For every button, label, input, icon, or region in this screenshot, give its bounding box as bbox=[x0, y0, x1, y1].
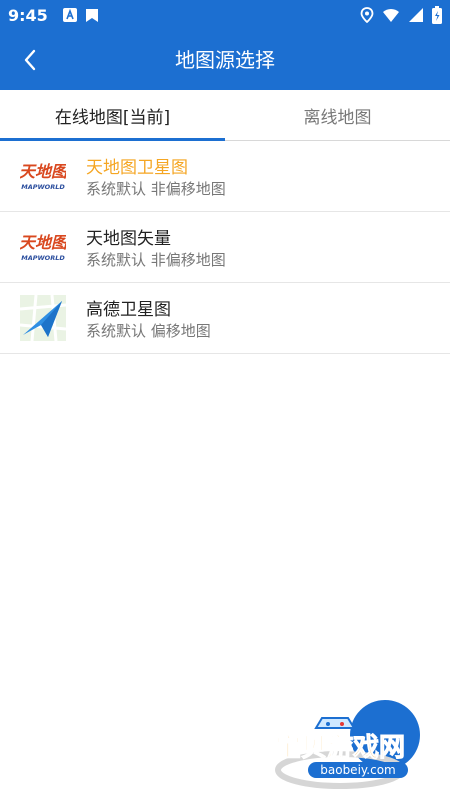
tianditu-logo-icon: 天地图 MAPWORLD bbox=[20, 162, 66, 191]
tab-offline-map-label: 离线地图 bbox=[303, 107, 372, 128]
tab-bar: 在线地图[当前] 离线地图 bbox=[0, 90, 450, 141]
svg-text:MAPWORLD: MAPWORLD bbox=[21, 254, 65, 262]
wifi-icon bbox=[383, 8, 399, 22]
list-item-subtitle: 系统默认 非偏移地图 bbox=[86, 180, 226, 198]
status-time: 9:45 bbox=[8, 5, 48, 25]
list-item-subtitle: 系统默认 非偏移地图 bbox=[86, 251, 226, 269]
tab-online-map[interactable]: 在线地图[当前] bbox=[0, 90, 225, 141]
status-left-icons bbox=[62, 7, 100, 23]
svg-text:baobeiy.com: baobeiy.com bbox=[320, 763, 395, 777]
book-icon bbox=[85, 9, 98, 22]
page-title: 地图源选择 bbox=[175, 48, 275, 72]
status-right-icons bbox=[360, 6, 442, 24]
svg-text:宝贝游戏网: 宝贝游戏网 bbox=[275, 732, 405, 763]
tab-online-map-label: 在线地图[当前] bbox=[54, 107, 171, 128]
app-bar: 地图源选择 bbox=[0, 30, 450, 90]
list-item-title: 高德卫星图 bbox=[86, 300, 171, 320]
list-item-title: 天地图矢量 bbox=[86, 229, 171, 249]
battery-icon bbox=[432, 6, 442, 24]
svg-text:天地图: 天地图 bbox=[20, 233, 66, 252]
app-icon bbox=[62, 8, 77, 22]
list-item-amap-satellite[interactable]: 高德卫星图 系统默认 偏移地图 bbox=[0, 283, 450, 354]
amap-logo-icon bbox=[20, 295, 66, 341]
svg-text:天地图: 天地图 bbox=[20, 162, 66, 181]
svg-text:MAPWORLD: MAPWORLD bbox=[21, 183, 65, 191]
signal-icon bbox=[409, 8, 423, 22]
watermark-logo: 宝贝游戏网 baobeiy.com bbox=[274, 700, 420, 789]
status-bar: 9:45 bbox=[0, 0, 450, 30]
map-source-list: 天地图 MAPWORLD 天地图卫星图 系统默认 非偏移地图 天地图 MAPWO… bbox=[0, 141, 450, 354]
list-item-title: 天地图卫星图 bbox=[86, 158, 188, 178]
list-item-tianditu-vector[interactable]: 天地图 MAPWORLD 天地图矢量 系统默认 非偏移地图 bbox=[0, 212, 450, 283]
list-item-tianditu-satellite[interactable]: 天地图 MAPWORLD 天地图卫星图 系统默认 非偏移地图 bbox=[0, 141, 450, 212]
list-item-subtitle: 系统默认 偏移地图 bbox=[86, 322, 211, 340]
location-icon bbox=[360, 7, 374, 23]
tianditu-logo-icon: 天地图 MAPWORLD bbox=[20, 233, 66, 262]
tab-offline-map[interactable]: 离线地图 bbox=[225, 90, 450, 140]
